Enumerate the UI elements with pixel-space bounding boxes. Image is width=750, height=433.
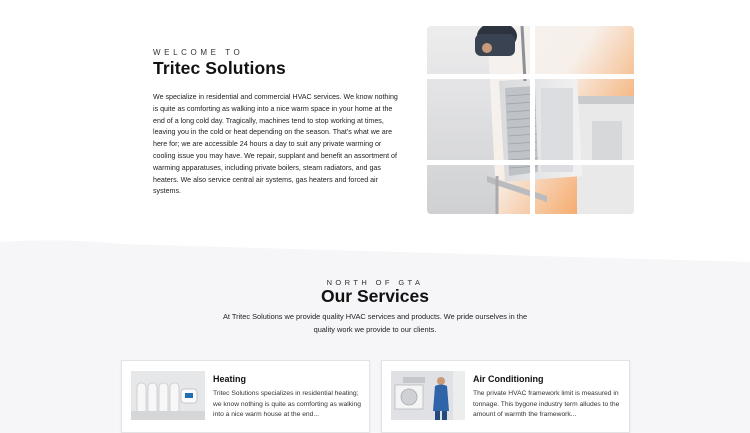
about-section: WELCOME TO Tritec Solutions We specializ… — [0, 0, 750, 250]
technician-ac-unit-image — [391, 371, 465, 420]
service-card-heating[interactable]: Heating Tritec Solutions specializes in … — [121, 360, 370, 433]
services-title: Our Services — [321, 286, 429, 306]
heating-description: Tritec Solutions specializes in resident… — [213, 390, 361, 419]
welcome-eyebrow: WELCOME TO — [153, 48, 244, 57]
heating-title[interactable]: Heating — [213, 374, 246, 384]
air-conditioning-title[interactable]: Air Conditioning — [473, 374, 543, 384]
about-description: We specialize in residential and commerc… — [153, 93, 398, 196]
radiator-thermostat-image — [131, 371, 205, 420]
service-card-air-conditioning[interactable]: Air Conditioning The private HVAC framew… — [381, 360, 630, 433]
about-title: Tritec Solutions — [153, 58, 286, 78]
hvac-technician-hero-image — [427, 26, 634, 214]
air-conditioning-description: The private HVAC framework limit is meas… — [473, 390, 620, 419]
services-intro: At Tritec Solutions we provide quality H… — [222, 312, 528, 334]
